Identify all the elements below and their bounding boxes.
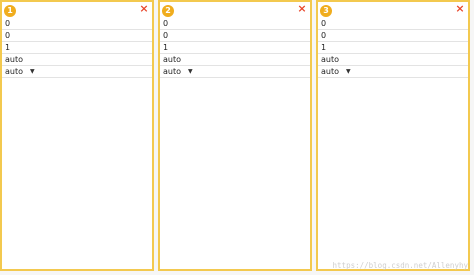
- order-field[interactable]: 1: [2, 42, 152, 54]
- panel-2: 2 × 0 0 1 auto auto ▼: [158, 0, 312, 271]
- panel-rows: 0 0 1 auto auto ▼: [2, 18, 152, 78]
- panel-number-badge: 3: [320, 5, 332, 17]
- flex-basis-field[interactable]: auto: [2, 54, 152, 66]
- select-value: auto: [163, 67, 182, 76]
- flex-basis-field[interactable]: auto: [318, 54, 468, 66]
- flex-grow-field[interactable]: 0: [160, 18, 310, 30]
- panel-1: 1 × 0 0 1 auto auto ▼: [0, 0, 154, 271]
- close-icon[interactable]: ×: [139, 3, 149, 14]
- close-icon[interactable]: ×: [297, 3, 307, 14]
- align-self-select[interactable]: auto ▼: [2, 66, 152, 78]
- flex-grow-field[interactable]: 0: [318, 18, 468, 30]
- panel-number-badge: 2: [162, 5, 174, 17]
- panel-rows: 0 0 1 auto auto ▼: [318, 18, 468, 78]
- panels-container: 1 × 0 0 1 auto auto ▼ 2 × 0 0 1 auto aut…: [0, 0, 474, 275]
- panel-number-badge: 1: [4, 5, 16, 17]
- watermark-text: https://blog.csdn.net/Allenyhy: [332, 261, 468, 270]
- align-self-select[interactable]: auto ▼: [318, 66, 468, 78]
- order-field[interactable]: 1: [160, 42, 310, 54]
- chevron-down-icon: ▼: [30, 68, 35, 75]
- flex-grow-field[interactable]: 0: [2, 18, 152, 30]
- flex-shrink-field[interactable]: 0: [160, 30, 310, 42]
- panel-3: 3 × 0 0 1 auto auto ▼: [316, 0, 470, 271]
- order-field[interactable]: 1: [318, 42, 468, 54]
- flex-shrink-field[interactable]: 0: [318, 30, 468, 42]
- flex-shrink-field[interactable]: 0: [2, 30, 152, 42]
- select-value: auto: [321, 67, 340, 76]
- chevron-down-icon: ▼: [188, 68, 193, 75]
- select-value: auto: [5, 67, 24, 76]
- close-icon[interactable]: ×: [455, 3, 465, 14]
- align-self-select[interactable]: auto ▼: [160, 66, 310, 78]
- panel-rows: 0 0 1 auto auto ▼: [160, 18, 310, 78]
- flex-basis-field[interactable]: auto: [160, 54, 310, 66]
- chevron-down-icon: ▼: [346, 68, 351, 75]
